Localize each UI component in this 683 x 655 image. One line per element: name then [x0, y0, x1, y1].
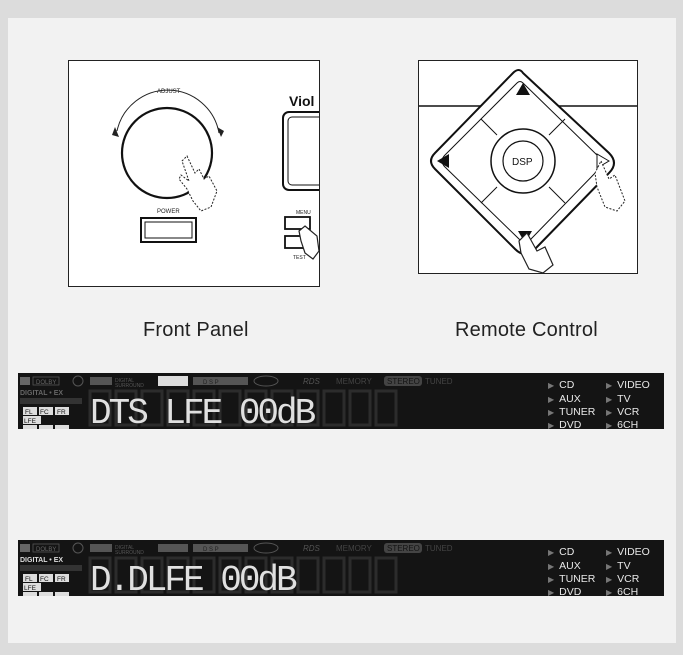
badge-surround: SURROUND [115, 383, 144, 389]
badge-rds: RDS [303, 544, 321, 553]
src-tv: ▶ TV [606, 560, 631, 572]
vfd-text-2: D.DLFE 00dB [90, 560, 297, 596]
dsp-label: DSP [512, 157, 533, 168]
ch-lfe: LFE [24, 418, 37, 425]
src-tuner: ▶ TUNER [548, 573, 596, 585]
ch-fc: FC [40, 409, 49, 416]
vfd-text-1: DTS LFE 00dB [90, 393, 316, 429]
src-6ch: ▶ 6CH [606, 419, 639, 431]
digital-ex-label: DIGITAL • EX [20, 557, 63, 564]
badge-stereo: STEREO [387, 544, 420, 553]
brand-text: Viol [289, 93, 314, 109]
remote-control-caption: Remote Control [455, 319, 598, 341]
vfd-display-1: DOLBY DIGITAL SURROUND D S P RDS MEMORY … [18, 373, 664, 431]
ch-fl: FL [25, 409, 33, 416]
src-tv: ▶ TV [606, 393, 631, 405]
ch-fr: FR [57, 409, 66, 416]
src-dvd: ▶ DVD [548, 586, 582, 598]
badge-memory: MEMORY [336, 544, 373, 553]
badge-dsp: D S P [203, 547, 219, 553]
digital-ex-label: DIGITAL • EX [20, 390, 63, 397]
src-tuner: ▶ TUNER [548, 406, 596, 418]
src-vcr: ▶ VCR [606, 406, 640, 418]
badge-dolby: DOLBY [36, 380, 56, 386]
ch-fr: FR [57, 576, 66, 583]
badge-tuned: TUNED [425, 544, 453, 553]
src-aux: ▶ AUX [548, 560, 581, 572]
test-label: TEST [293, 255, 306, 261]
vfd-display-2: DOLBY DIGITAL SURROUND D S P RDS MEMORY … [18, 540, 664, 598]
src-vcr: ▶ VCR [606, 573, 640, 585]
front-panel-illustration: ADJUST POWER Viol MENU TEST [68, 60, 320, 287]
src-cd: ▶ CD [548, 379, 575, 391]
badge-surround: SURROUND [115, 550, 144, 556]
src-6ch: ▶ 6CH [606, 586, 639, 598]
badge-rds: RDS [303, 377, 321, 386]
badge-memory: MEMORY [336, 377, 373, 386]
badge-dolby: DOLBY [36, 547, 56, 553]
src-video: ▶ VIDEO [606, 379, 650, 391]
badge-stereo: STEREO [387, 377, 420, 386]
remote-control-illustration: DSP [418, 60, 638, 274]
badge-tuned: TUNED [425, 377, 453, 386]
ch-fl: FL [25, 576, 33, 583]
ch-fc: FC [40, 576, 49, 583]
front-panel-caption: Front Panel [143, 319, 249, 341]
adjust-label: ADJUST [157, 89, 181, 95]
src-dvd: ▶ DVD [548, 419, 582, 431]
badge-dsp: D S P [203, 380, 219, 386]
src-cd: ▶ CD [548, 546, 575, 558]
menu-label: MENU [296, 210, 311, 216]
ch-lfe: LFE [24, 585, 37, 592]
src-video: ▶ VIDEO [606, 546, 650, 558]
src-aux: ▶ AUX [548, 393, 581, 405]
power-label: POWER [157, 209, 180, 215]
